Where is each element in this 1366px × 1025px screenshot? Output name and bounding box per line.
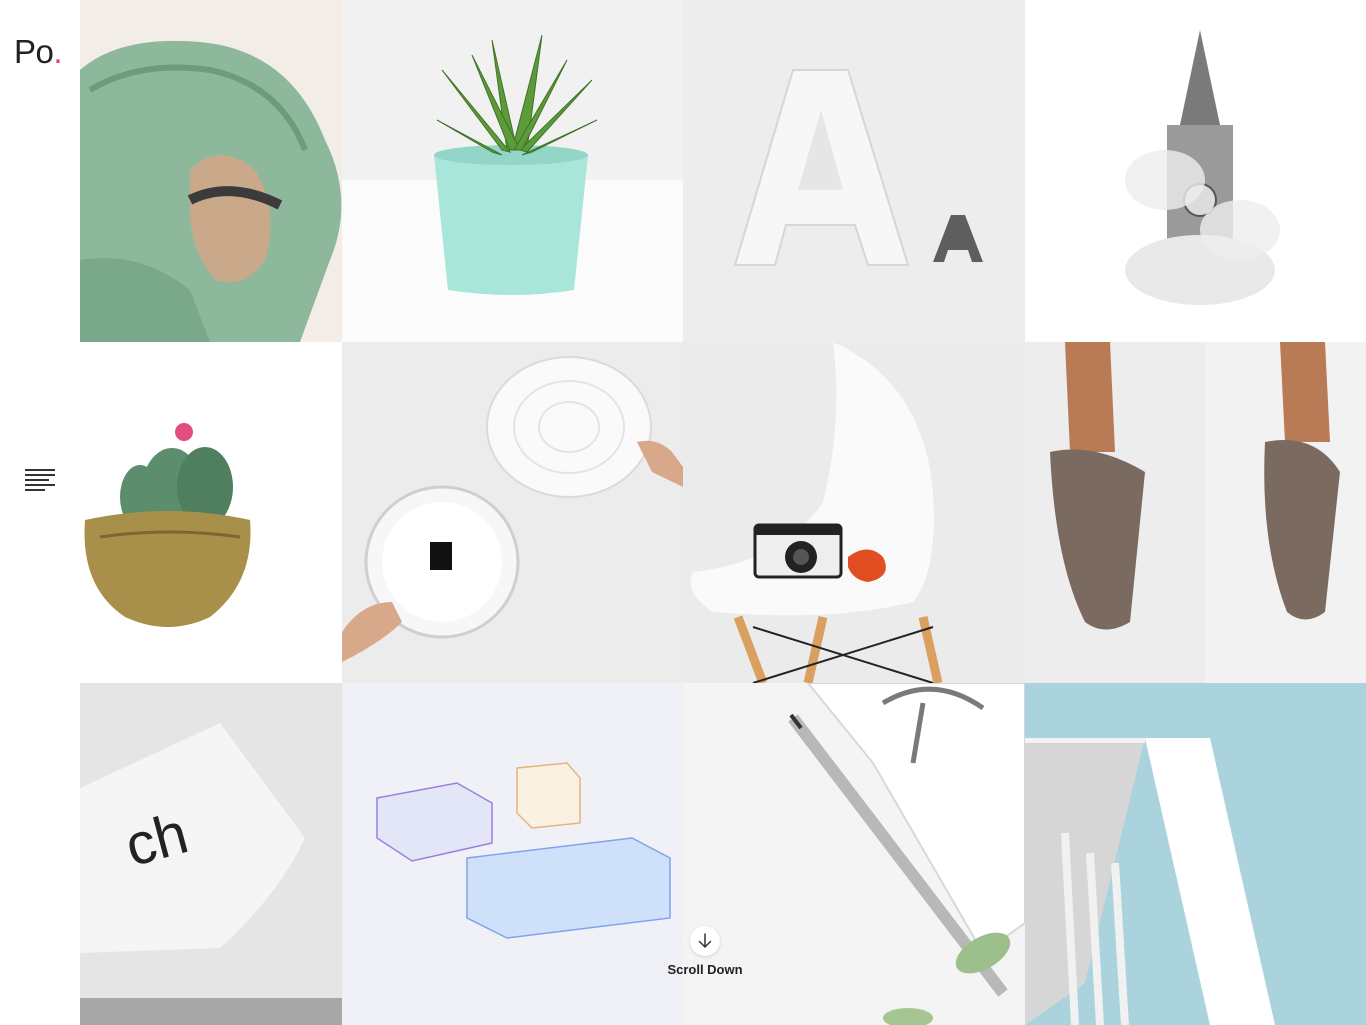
logo[interactable]: Po.: [14, 32, 63, 72]
gallery-grid: ch: [80, 0, 1366, 1025]
arrow-down-icon: [698, 933, 712, 948]
sidebar: Po.: [0, 0, 80, 1025]
hooded-man-photo[interactable]: [80, 0, 342, 342]
scroll-down-label: Scroll Down: [667, 962, 743, 977]
cactus-brass-pot-photo[interactable]: [80, 342, 342, 683]
wall-clock-photo[interactable]: [342, 342, 683, 683]
ch-poster-photo[interactable]: ch: [80, 683, 342, 1025]
camera-chair-photo[interactable]: [683, 342, 1025, 683]
clock-tower-photo[interactable]: [1025, 0, 1366, 342]
menu-button[interactable]: [25, 469, 57, 495]
logo-dot: .: [53, 33, 63, 70]
logo-text: Po: [14, 33, 54, 70]
letter-a-photo[interactable]: [683, 0, 1025, 342]
bronze-hands-photo[interactable]: [1025, 342, 1366, 683]
potted-aloe-photo[interactable]: [342, 0, 683, 342]
white-building-photo[interactable]: [1025, 683, 1366, 1025]
glass-boxes-photo[interactable]: [342, 683, 683, 1025]
scroll-down-button[interactable]: Scroll Down: [663, 926, 747, 982]
scroll-down-circle: [690, 926, 720, 956]
